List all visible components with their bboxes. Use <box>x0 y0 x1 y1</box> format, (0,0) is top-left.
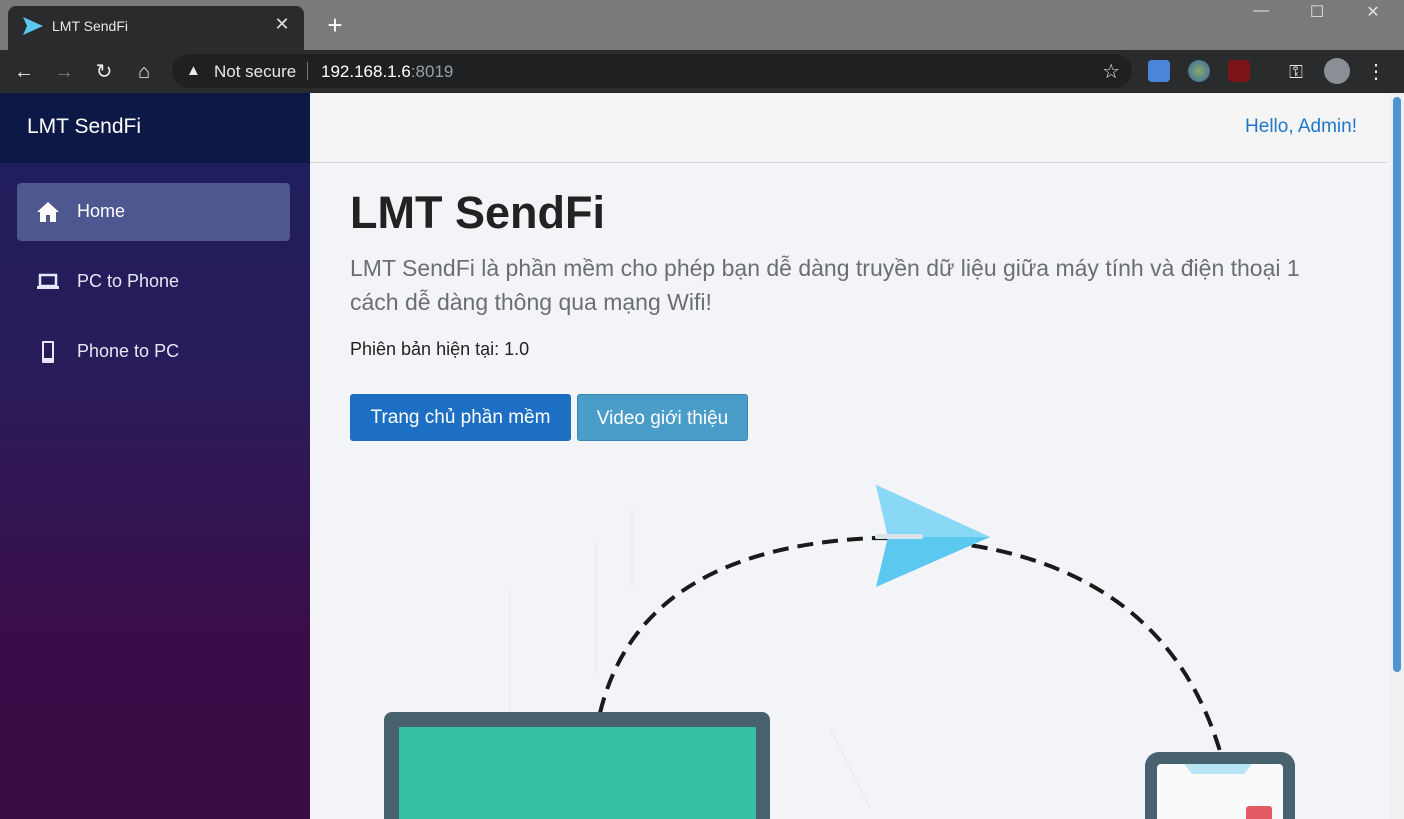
ublock-extension-icon[interactable] <box>1228 60 1250 82</box>
sidebar-item-phone-to-pc[interactable]: Phone to PC <box>17 323 290 381</box>
tab-title: LMT SendFi <box>52 18 128 34</box>
homepage-button[interactable]: Trang chủ phần mềm <box>350 394 571 441</box>
scrollbar-thumb[interactable] <box>1393 97 1401 672</box>
laptop-icon <box>37 273 59 289</box>
warning-icon: ▲ <box>186 62 201 79</box>
sidebar-brand[interactable]: LMT SendFi <box>0 93 310 163</box>
top-navbar: Hello, Admin! <box>310 93 1387 163</box>
back-icon[interactable]: ← <box>10 58 38 86</box>
sidebar-item-label: PC to Phone <box>77 271 180 291</box>
user-greeting-link[interactable]: Hello, Admin! <box>1245 116 1357 138</box>
intro-video-button[interactable]: Video giới thiệu <box>577 394 748 441</box>
scrollbar[interactable] <box>1390 93 1404 819</box>
url-host: 192.168.1.6 <box>321 62 411 81</box>
phone-icon <box>1145 752 1295 819</box>
reload-icon[interactable]: ↻ <box>90 58 118 86</box>
paper-plane-icon <box>23 17 43 35</box>
forward-icon[interactable]: → <box>50 58 78 86</box>
maximize-icon[interactable]: ☐ <box>1302 2 1332 22</box>
browser-tab-bar: LMT SendFi ✕ + — ☐ ✕ <box>0 0 1404 50</box>
globe-extension-icon[interactable] <box>1188 60 1210 82</box>
address-bar[interactable]: ▲ Not secure 192.168.1.6:8019 ☆ <box>172 54 1132 88</box>
bookmark-star-icon[interactable]: ☆ <box>1102 59 1120 84</box>
new-tab-button[interactable]: + <box>322 10 348 40</box>
version-text: Phiên bản hiện tại: 1.0 <box>350 339 530 359</box>
sidebar: LMT SendFi Home PC to Phone Phone to PC <box>0 93 310 819</box>
phone-icon <box>42 341 54 363</box>
sidebar-item-label: Home <box>77 201 126 221</box>
security-label: Not secure <box>214 62 297 81</box>
url-text: 192.168.1.6:8019 <box>321 62 453 82</box>
close-window-icon[interactable]: ✕ <box>1358 2 1388 22</box>
menu-icon[interactable]: ⋮ <box>1362 58 1390 86</box>
app-description: LMT SendFi là phần mềm cho phép bạn dễ d… <box>350 255 1300 315</box>
sidebar-item-pc-to-phone[interactable]: PC to Phone <box>17 253 290 311</box>
key-icon[interactable]: ⚿ <box>1282 58 1310 86</box>
browser-tab[interactable]: LMT SendFi ✕ <box>8 6 304 50</box>
avatar[interactable] <box>1324 58 1350 84</box>
browser-toolbar: ← → ↻ ⌂ ▲ Not secure 192.168.1.6:8019 ☆ … <box>0 50 1404 93</box>
close-tab-icon[interactable]: ✕ <box>272 14 292 35</box>
translate-extension-icon[interactable] <box>1148 60 1170 82</box>
address-separator <box>307 62 308 80</box>
home-icon <box>37 202 59 222</box>
home-page-icon[interactable]: ⌂ <box>130 58 158 86</box>
sidebar-item-label: Phone to PC <box>77 341 180 361</box>
laptop-icon <box>384 712 770 819</box>
main-content: Hello, Admin! LMT SendFi LMT SendFi là p… <box>310 93 1390 819</box>
page-title: LMT SendFi <box>350 187 605 238</box>
url-port: :8019 <box>410 62 454 81</box>
brand-text: LMT SendFi <box>27 115 141 138</box>
paper-plane-icon <box>875 485 990 587</box>
transfer-illustration <box>384 485 1295 819</box>
minimize-icon[interactable]: — <box>1246 2 1276 20</box>
sidebar-item-home[interactable]: Home <box>17 183 290 241</box>
